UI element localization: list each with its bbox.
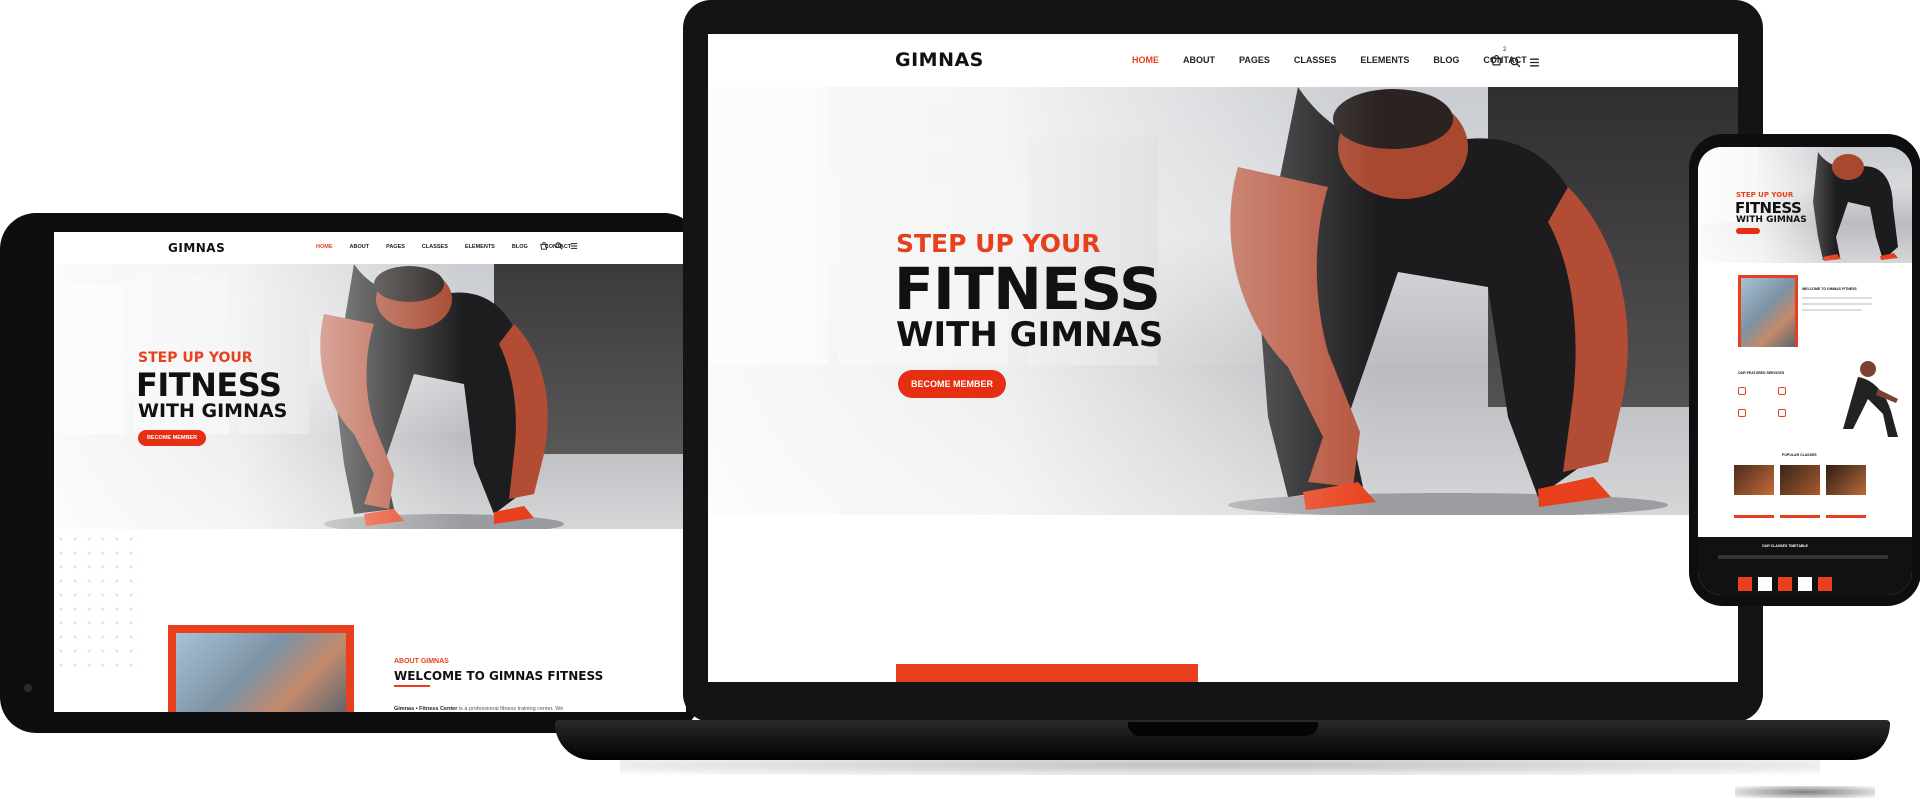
phone-hero-subtitle: STEP UP YOUR xyxy=(1736,191,1794,199)
phone-class-card[interactable] xyxy=(1734,465,1774,495)
phone-class-card[interactable] xyxy=(1826,465,1866,495)
phone-classes-title: POPULAR CLASSES xyxy=(1782,453,1817,457)
laptop-nav-about[interactable]: ABOUT xyxy=(1183,55,1215,65)
laptop-nav-blog[interactable]: BLOG xyxy=(1433,55,1459,65)
tablet-about-title: WELCOME TO GIMNAS FITNESS xyxy=(394,669,604,683)
tablet-hero-subtitle: STEP UP YOUR xyxy=(138,350,253,366)
tablet-hero-tagline: WITH GIMNAS xyxy=(138,400,288,422)
laptop-hero-tagline: WITH GIMNAS xyxy=(896,315,1164,355)
tablet-nav-about[interactable]: ABOUT xyxy=(350,244,370,250)
laptop-become-member-button[interactable]: BECOME MEMBER xyxy=(898,370,1006,398)
tablet-hero-title: FITNESS xyxy=(136,366,282,404)
phone-athlete-woman-image xyxy=(1843,361,1898,437)
search-icon[interactable] xyxy=(1510,56,1521,68)
laptop-nav-elements[interactable]: ELEMENTS xyxy=(1360,55,1409,65)
phone-hero: STEP UP YOUR FITNESS WITH GIMNAS xyxy=(1698,147,1912,263)
tablet-about-divider xyxy=(394,685,430,687)
laptop-nav-icons: 2 xyxy=(1491,47,1540,71)
laptop-about-frame-top xyxy=(896,664,1198,682)
laptop-hero-title: FITNESS xyxy=(894,255,1161,323)
laptop-logo[interactable]: GIMNAS xyxy=(895,49,984,71)
phone-about-photo xyxy=(1741,278,1795,347)
menu-icon[interactable] xyxy=(570,242,578,250)
phone-become-member-button[interactable] xyxy=(1736,228,1760,234)
tablet-nav-pages[interactable]: PAGES xyxy=(386,244,405,250)
search-icon[interactable] xyxy=(555,242,563,250)
laptop-nav-classes[interactable]: CLASSES xyxy=(1294,55,1337,65)
laptop-nav-pages[interactable]: PAGES xyxy=(1239,55,1270,65)
laptop-hero: STEP UP YOUR FITNESS WITH GIMNAS BECOME … xyxy=(708,87,1738,515)
tablet-dots-decoration xyxy=(54,532,144,672)
phone-screen: STEP UP YOUR FITNESS WITH GIMNAS WELCOME… xyxy=(1698,147,1912,595)
phone-timetable-title: OUR CLASSES TIMETABLE xyxy=(1762,544,1809,548)
tablet-about-text: Gimnas • Fitness Center is a professiona… xyxy=(394,706,564,712)
tablet-logo[interactable]: GIMNAS xyxy=(168,241,225,255)
phone-services-title: OUR FEATURED SERVICES xyxy=(1738,371,1785,375)
phone-hero-tagline: WITH GIMNAS xyxy=(1736,215,1807,225)
laptop-navbar: GIMNAS HOME ABOUT PAGES CLASSES ELEMENTS… xyxy=(708,34,1738,87)
laptop-notch xyxy=(1128,722,1318,736)
tablet-nav-elements[interactable]: ELEMENTS xyxy=(465,244,495,250)
tablet-hero: STEP UP YOUR FITNESS WITH GIMNAS BECOME … xyxy=(54,264,686,529)
cart-icon[interactable] xyxy=(1491,55,1502,66)
tablet-become-member-button[interactable]: BECOME MEMBER xyxy=(138,430,206,446)
tablet-about-label: ABOUT GIMNAS xyxy=(394,658,449,665)
laptop-foot-shadow xyxy=(1735,786,1875,798)
phone-class-card[interactable] xyxy=(1780,465,1820,495)
tablet-nav-icons xyxy=(540,242,578,250)
cart-icon[interactable] xyxy=(540,242,548,250)
laptop-nav-home[interactable]: HOME xyxy=(1132,55,1159,65)
tablet-nav-menu: HOME ABOUT PAGES CLASSES ELEMENTS BLOG C… xyxy=(316,244,571,250)
menu-icon[interactable] xyxy=(1529,57,1540,68)
laptop-cart[interactable]: 2 xyxy=(1491,47,1506,71)
phone-about-title: WELCOME TO GIMNAS FITNESS xyxy=(1802,287,1857,291)
laptop-hero-subtitle: STEP UP YOUR xyxy=(896,229,1101,258)
tablet-nav-classes[interactable]: CLASSES xyxy=(422,244,448,250)
tablet-navbar: GIMNAS HOME ABOUT PAGES CLASSES ELEMENTS… xyxy=(54,232,686,264)
laptop-nav-menu: HOME ABOUT PAGES CLASSES ELEMENTS BLOG C… xyxy=(1132,55,1527,65)
tablet-screen: GIMNAS HOME ABOUT PAGES CLASSES ELEMENTS… xyxy=(54,232,686,712)
laptop-screen: GIMNAS HOME ABOUT PAGES CLASSES ELEMENTS… xyxy=(708,34,1738,682)
tablet-camera xyxy=(24,684,32,692)
tablet-nav-home[interactable]: HOME xyxy=(316,244,333,250)
tablet-about-photo xyxy=(176,633,346,712)
cart-count-badge: 2 xyxy=(1503,47,1507,53)
tablet-nav-blog[interactable]: BLOG xyxy=(512,244,528,250)
